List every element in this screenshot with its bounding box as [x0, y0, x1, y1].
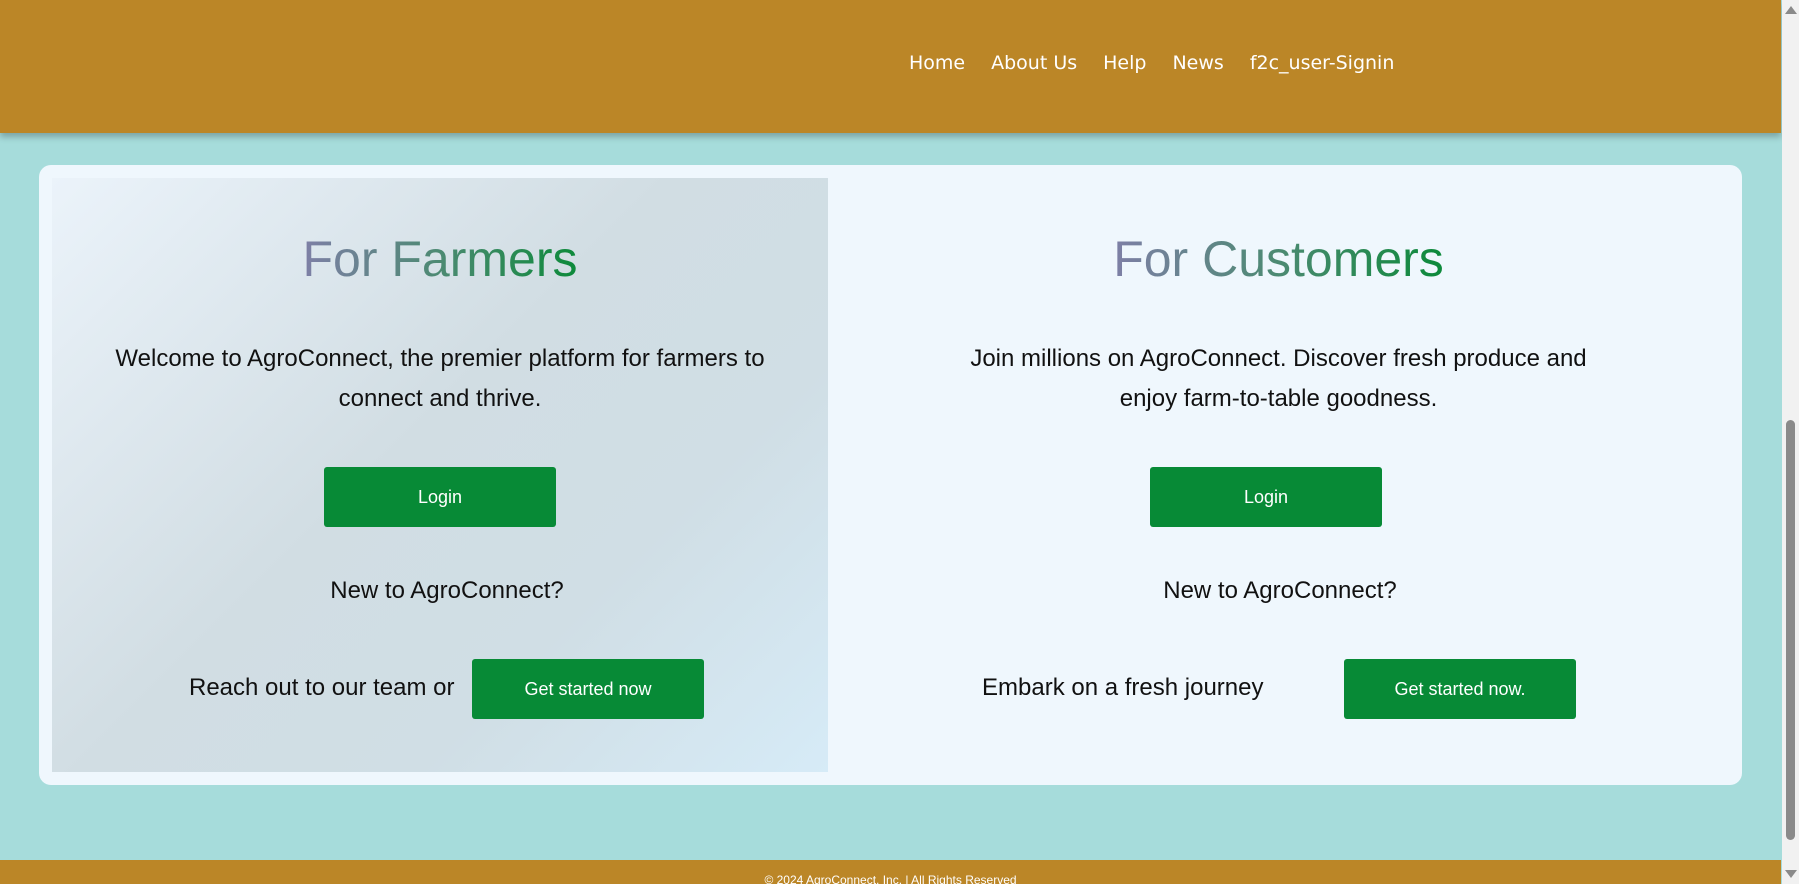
main-nav: Home About Us Help News f2c_user-Signin	[909, 52, 1394, 74]
nav-home[interactable]: Home	[909, 52, 965, 74]
scroll-down-arrow-icon[interactable]	[1785, 870, 1797, 878]
nav-news[interactable]: News	[1172, 52, 1223, 74]
site-header: Home About Us Help News f2c_user-Signin	[0, 0, 1781, 133]
farmers-description: Welcome to AgroConnect, the premier plat…	[115, 345, 765, 412]
nav-help[interactable]: Help	[1103, 52, 1146, 74]
main-card: For Farmers Welcome to AgroConnect, the …	[39, 165, 1742, 785]
customers-panel: For Customers Join millions on AgroConne…	[828, 178, 1729, 772]
customers-title-text: For Customers	[1113, 231, 1444, 287]
customers-title: For Customers	[828, 230, 1729, 288]
customers-get-started-button[interactable]: Get started now.	[1344, 659, 1576, 719]
customers-cta-text: Embark on a fresh journey	[982, 674, 1264, 701]
customers-new-to-text: New to AgroConnect?	[1163, 577, 1397, 604]
footer-copyright: © 2024 AgroConnect, Inc. | All Rights Re…	[764, 873, 1017, 884]
customers-description: Join millions on AgroConnect. Discover f…	[970, 345, 1587, 412]
farmers-title-text: For Farmers	[302, 231, 578, 287]
farmers-cta-text: Reach out to our team or	[189, 674, 455, 701]
farmers-login-button[interactable]: Login	[324, 467, 556, 527]
farmers-title: For Farmers	[52, 230, 828, 288]
nav-about-us[interactable]: About Us	[991, 52, 1077, 74]
farmers-new-to-text: New to AgroConnect?	[330, 577, 564, 604]
farmers-panel: For Farmers Welcome to AgroConnect, the …	[52, 178, 828, 772]
farmers-get-started-button[interactable]: Get started now	[472, 659, 704, 719]
page-scrollbar[interactable]	[1782, 0, 1799, 884]
scroll-thumb[interactable]	[1786, 420, 1795, 840]
nav-signin[interactable]: f2c_user-Signin	[1250, 52, 1395, 74]
scroll-up-arrow-icon[interactable]	[1785, 6, 1797, 14]
customers-login-button[interactable]: Login	[1150, 467, 1382, 527]
site-footer: © 2024 AgroConnect, Inc. | All Rights Re…	[0, 860, 1781, 884]
